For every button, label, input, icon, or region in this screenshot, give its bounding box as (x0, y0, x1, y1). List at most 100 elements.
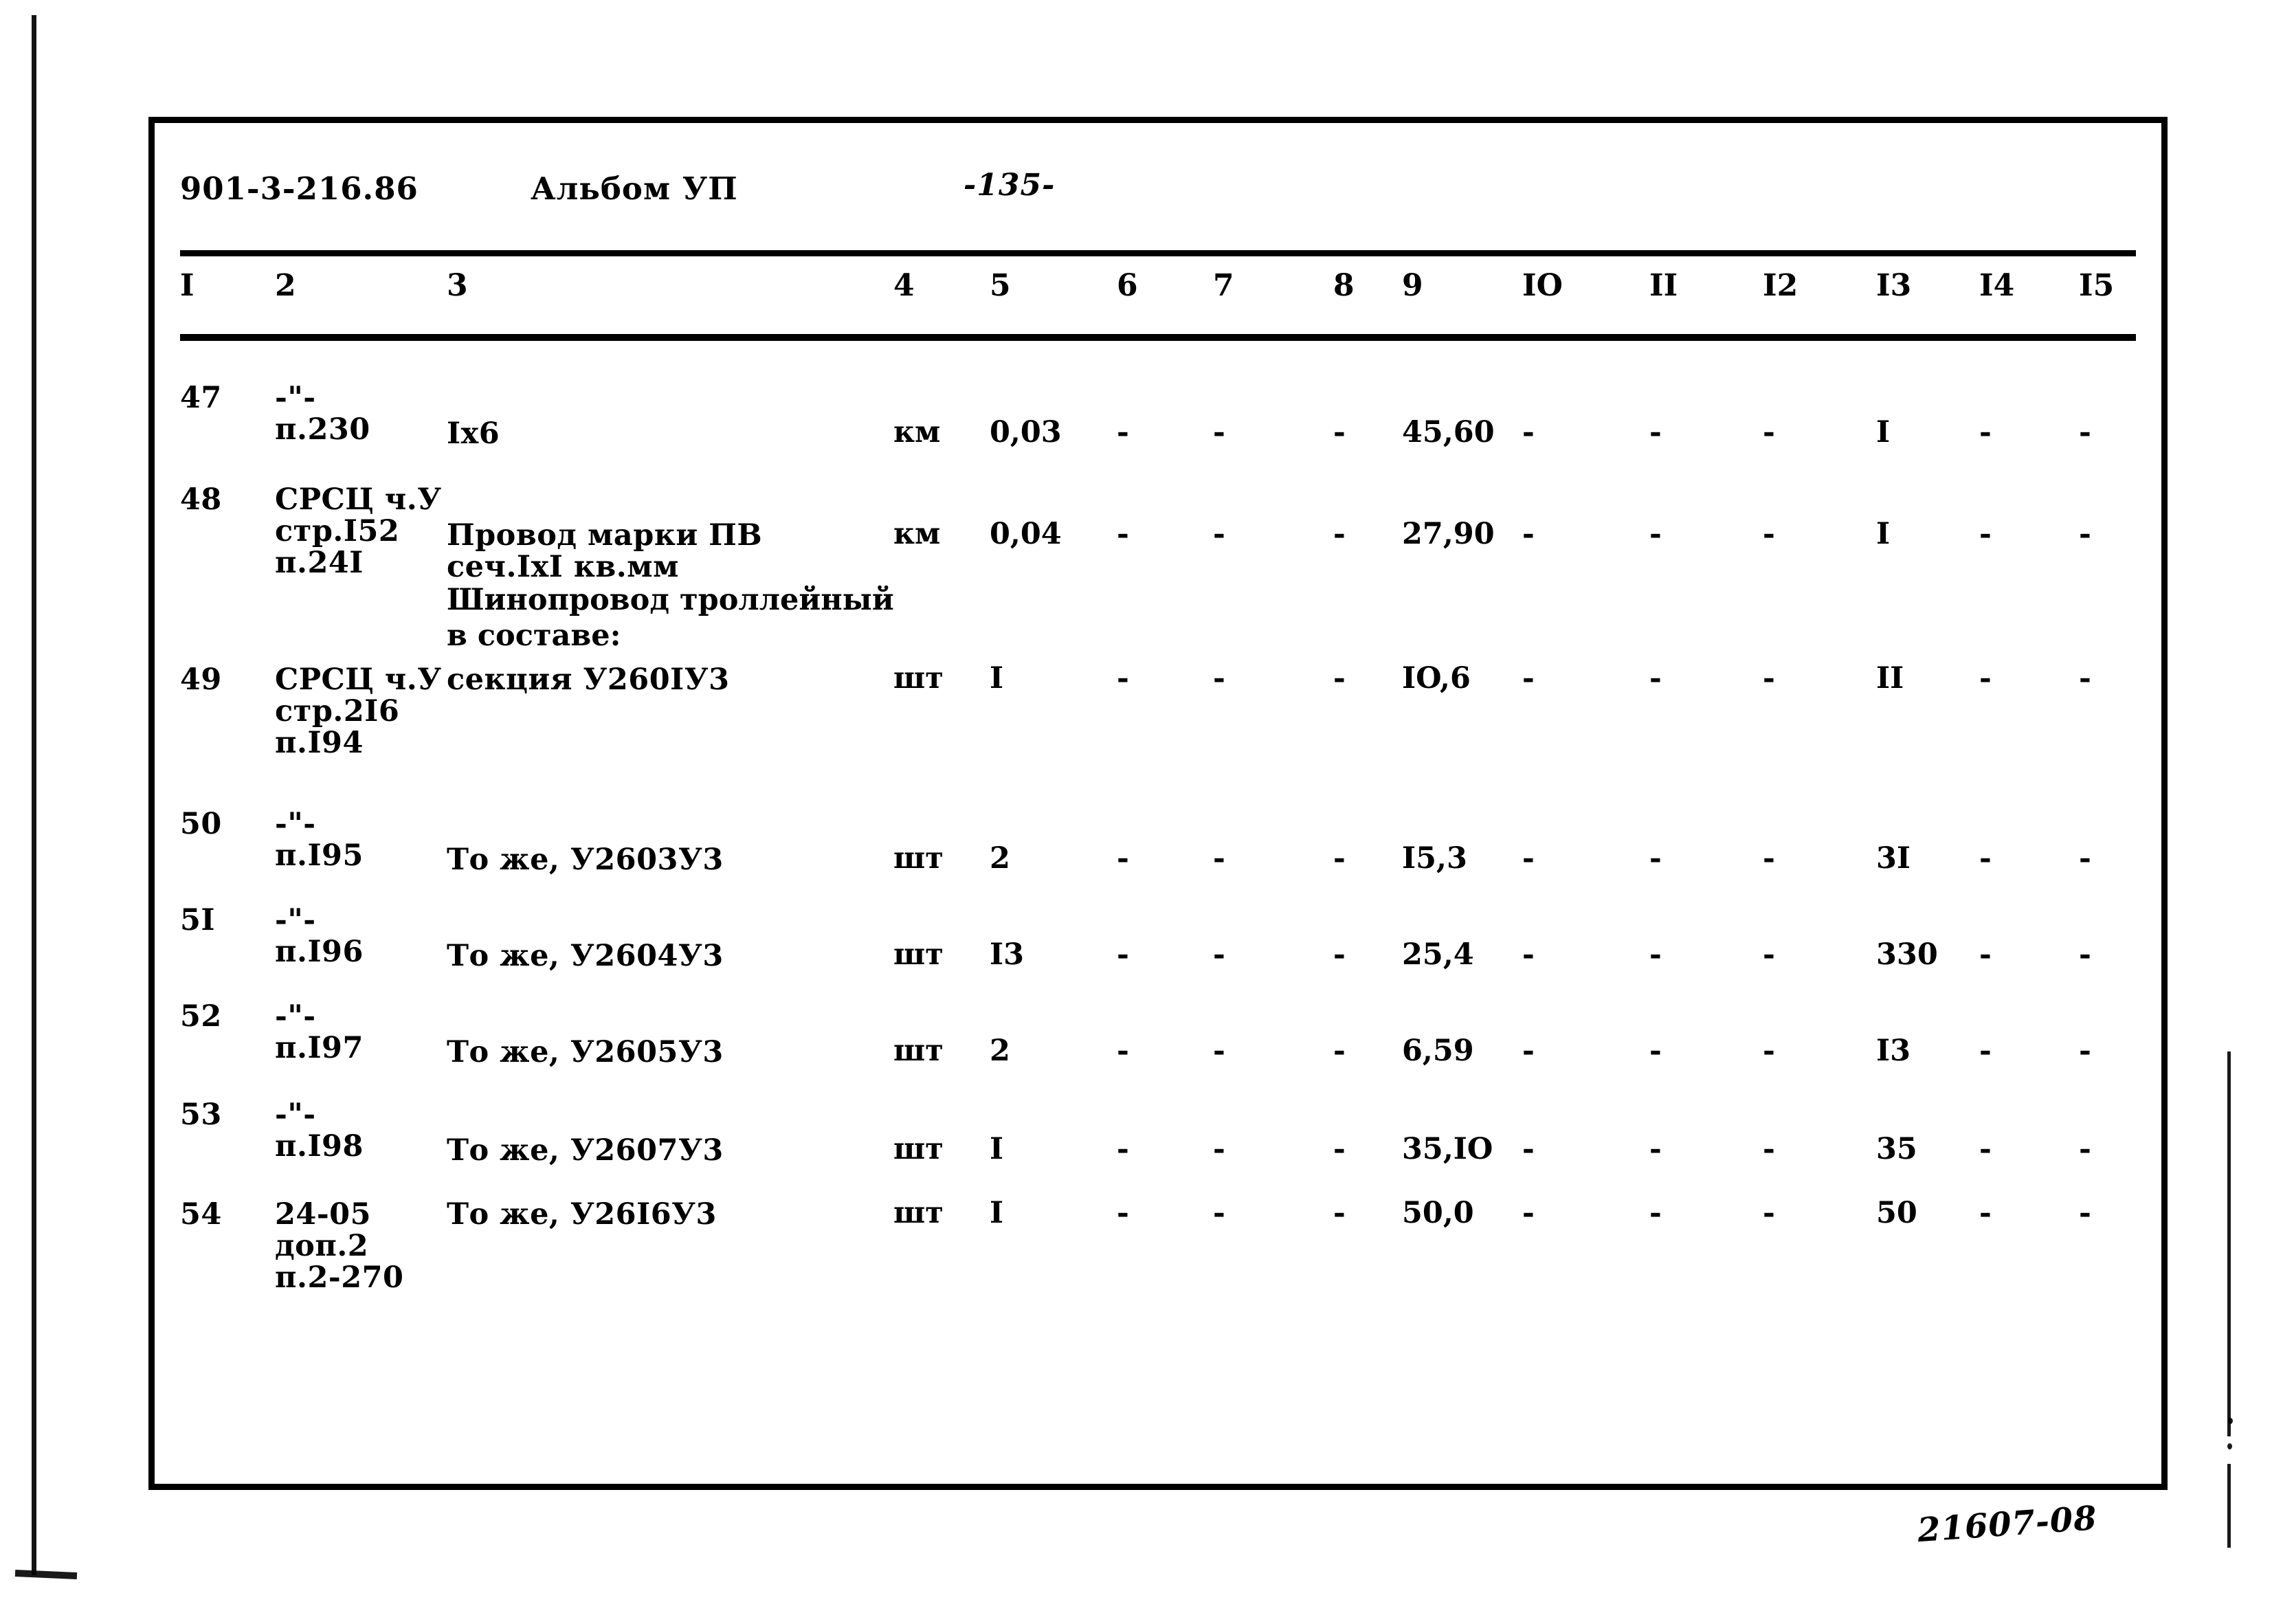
row-53-unit: шт (893, 1132, 944, 1166)
row-52-c6: - (1117, 1034, 1129, 1068)
row-49-c15: - (2079, 661, 2091, 696)
row-49-c8: - (1333, 661, 1346, 696)
row-49-c14: - (1979, 661, 1992, 696)
row-49-c10: - (1522, 661, 1535, 696)
row-50-c7: - (1213, 841, 1225, 876)
row-5I-c7: - (1213, 937, 1225, 972)
row-5I-c11: - (1649, 937, 1662, 972)
row-54-c11: - (1649, 1196, 1662, 1230)
row-50-c14: - (1979, 841, 1992, 876)
row-50-c13: 3I (1876, 841, 1911, 876)
row-54-c12: - (1763, 1196, 1775, 1230)
row-53-c15: - (2079, 1132, 2091, 1166)
row-48-qty: 0,04 (990, 517, 1062, 551)
row-48-c9: 27,90 (1402, 517, 1495, 551)
row-number-48: 48 (180, 482, 222, 517)
row-48-c14: - (1979, 517, 1992, 551)
row-47-c15: - (2079, 415, 2091, 449)
row-5I-c9: 25,4 (1402, 937, 1474, 972)
row-54-c10: - (1522, 1196, 1535, 1230)
row-50-qty: 2 (990, 841, 1010, 876)
row-number-50: 50 (180, 807, 222, 841)
row-number-5I: 5I (180, 903, 216, 937)
row-52-qty: 2 (990, 1034, 1010, 1068)
row-number-47: 47 (180, 381, 222, 415)
row-53-c12: - (1763, 1132, 1775, 1166)
row-5I-c14: - (1979, 937, 1992, 972)
row-5I-c13: 330 (1876, 937, 1938, 972)
row-5I-c6: - (1117, 937, 1129, 972)
row-50-c8: - (1333, 841, 1346, 876)
row-52-c9: 6,59 (1402, 1034, 1474, 1068)
row-53-name-line-1: То же, У2607У3 (447, 1133, 724, 1168)
table-body: 47 -"- п.230 Ix6 км 0,03- - -45,60- - - I - -48 СРСЦ … (0, 0, 2272, 1624)
row-54-name-line-1: То же, У26I6У3 (447, 1197, 717, 1232)
row-47-c13: I (1876, 415, 1891, 449)
row-5I-name-line-1: То же, У2604У3 (447, 939, 724, 973)
row-47-c10: - (1522, 415, 1535, 449)
row-48-c13: I (1876, 517, 1891, 551)
row-49-c11: - (1649, 661, 1662, 696)
row-49-c13: II (1876, 661, 1904, 696)
row-number-54: 54 (180, 1197, 222, 1232)
row-50-c12: - (1763, 841, 1775, 876)
row-53-c8: - (1333, 1132, 1346, 1166)
row-48-c11: - (1649, 517, 1662, 551)
row-50-c11: - (1649, 841, 1662, 876)
row-48-reference-line-3: п.24I (275, 546, 364, 580)
row-52-reference-line-2: п.I97 (275, 1031, 364, 1065)
row-53-reference-line-2: п.I98 (275, 1129, 364, 1164)
row-50-c15: - (2079, 841, 2091, 876)
row-49-c7: - (1213, 661, 1225, 696)
row-48-name-line-2: сеч.IxI кв.мм (447, 550, 679, 584)
row-54-c9: 50,0 (1402, 1196, 1474, 1230)
row-52-c7: - (1213, 1034, 1225, 1068)
row-49-unit: шт (893, 661, 944, 696)
row-5I-c12: - (1763, 937, 1775, 972)
row-47-c9: 45,60 (1402, 415, 1495, 449)
row-50-unit: шт (893, 841, 944, 876)
row-49-reference-line-3: п.I94 (275, 726, 364, 760)
row-47-qty: 0,03 (990, 415, 1062, 449)
row-53-c14: - (1979, 1132, 1992, 1166)
row-53-c13: 35 (1876, 1132, 1917, 1166)
row-52-c8: - (1333, 1034, 1346, 1068)
row-48-c12: - (1763, 517, 1775, 551)
row-5I-reference-line-2: п.I96 (275, 935, 364, 969)
row-53-c11: - (1649, 1132, 1662, 1166)
row-54-c13: 50 (1876, 1196, 1917, 1230)
row-49-c9: IO,6 (1402, 661, 1471, 696)
row-52-c13: I3 (1876, 1034, 1911, 1068)
row-53-c6: - (1117, 1132, 1129, 1166)
row-52-c14: - (1979, 1034, 1992, 1068)
row-52-c12: - (1763, 1034, 1775, 1068)
row-5I-c10: - (1522, 937, 1535, 972)
row-48-c7: - (1213, 517, 1225, 551)
row-54-c6: - (1117, 1196, 1129, 1230)
row-52-c11: - (1649, 1034, 1662, 1068)
row-54-c14: - (1979, 1196, 1992, 1230)
page-content: 901-3-216.86 Альбом УП -135- I 2 3 4 5 6 7 8 9 IO… (0, 0, 2272, 1624)
row-52-c10: - (1522, 1034, 1535, 1068)
row-54-qty: I (990, 1196, 1004, 1230)
section-caption-line-2: в составе: (447, 619, 621, 653)
row-5I-unit: шт (893, 937, 944, 972)
row-53-c7: - (1213, 1132, 1225, 1166)
row-50-name-line-1: То же, У2603У3 (447, 843, 724, 877)
row-5I-c8: - (1333, 937, 1346, 972)
row-52-name-line-1: То же, У2605У3 (447, 1035, 724, 1069)
row-54-reference-line-3: п.2-270 (275, 1260, 404, 1295)
row-49-c12: - (1763, 661, 1775, 696)
row-47-c11: - (1649, 415, 1662, 449)
row-54-unit: шт (893, 1196, 944, 1230)
row-47-c7: - (1213, 415, 1225, 449)
row-47-c6: - (1117, 415, 1129, 449)
row-47-c12: - (1763, 415, 1775, 449)
row-48-c8: - (1333, 517, 1346, 551)
row-48-c6: - (1117, 517, 1129, 551)
row-48-unit: км (893, 517, 941, 551)
row-52-unit: шт (893, 1034, 944, 1068)
row-5I-c15: - (2079, 937, 2091, 972)
row-5I-qty: I3 (990, 937, 1025, 972)
row-49-c6: - (1117, 661, 1129, 696)
